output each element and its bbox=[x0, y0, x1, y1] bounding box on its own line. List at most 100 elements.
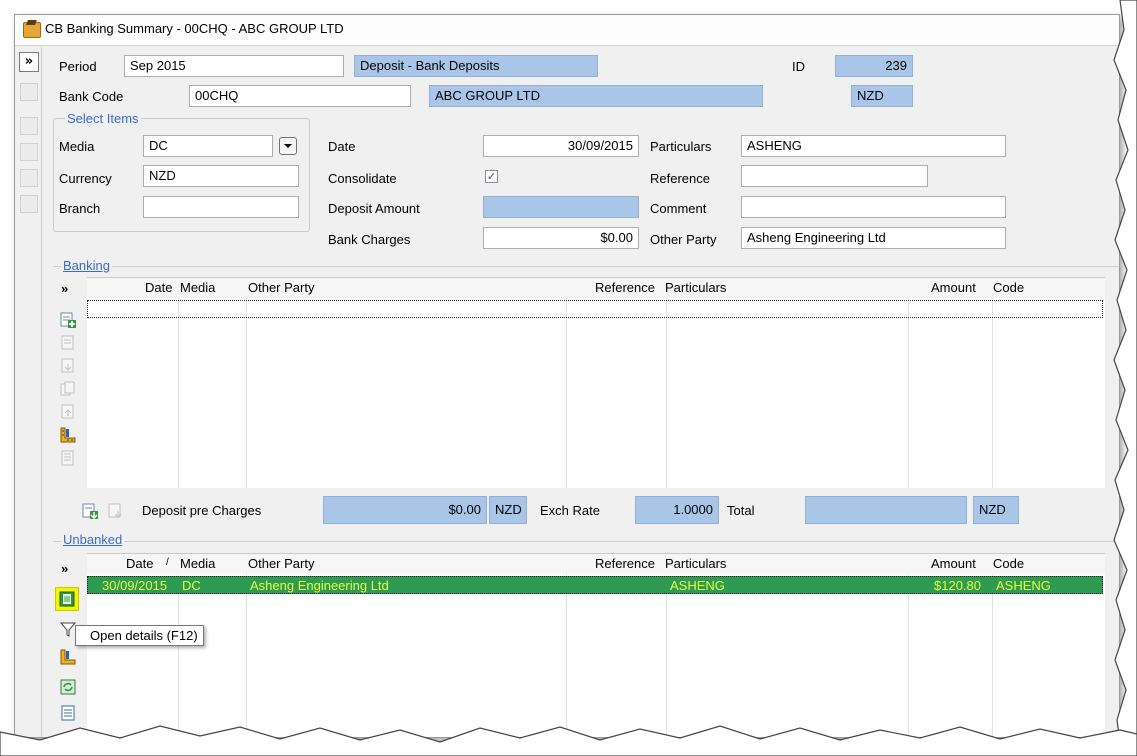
date-field[interactable]: 30/09/2015 bbox=[483, 135, 639, 157]
particulars-label: Particulars bbox=[650, 139, 712, 154]
unbanked-legend[interactable]: Unbanked bbox=[61, 532, 125, 547]
unbanked-col-date[interactable]: Date bbox=[126, 556, 153, 571]
bank-charges-label: Bank Charges bbox=[328, 232, 411, 247]
branch-field[interactable] bbox=[143, 196, 299, 218]
bank-code-field[interactable]: 00CHQ bbox=[189, 85, 411, 107]
unbanked-col-sep bbox=[992, 574, 993, 737]
banking-divider bbox=[53, 266, 1119, 267]
other-party-field[interactable]: Asheng Engineering Ltd bbox=[741, 227, 1006, 249]
unbanked-col-sep bbox=[566, 574, 567, 737]
consolidate-label: Consolidate bbox=[328, 171, 397, 186]
ruler-icon[interactable] bbox=[60, 427, 76, 443]
total-label: Total bbox=[727, 503, 755, 518]
banking-col-code[interactable]: Code bbox=[993, 280, 1024, 295]
add-record-icon[interactable] bbox=[20, 117, 38, 135]
unbanked-col-media[interactable]: Media bbox=[180, 556, 215, 571]
banking-summary-window: CB Banking Summary - 00CHQ - ABC GROUP L… bbox=[14, 14, 1120, 738]
left-toolbar-divider bbox=[41, 47, 42, 737]
currency-label: Currency bbox=[59, 171, 112, 186]
banking-legend[interactable]: Banking bbox=[61, 258, 112, 273]
remove-deposit-icon[interactable] bbox=[108, 503, 124, 519]
id-field: 239 bbox=[835, 55, 913, 77]
move-line-down-icon[interactable] bbox=[60, 358, 76, 374]
banking-col-sep bbox=[992, 298, 993, 488]
unbanked-col-other-party[interactable]: Other Party bbox=[248, 556, 314, 571]
open-details-icon[interactable] bbox=[59, 591, 75, 607]
deposit-type-field: Deposit - Bank Deposits bbox=[354, 55, 598, 77]
banking-col-sep bbox=[566, 298, 567, 488]
deposit-pre-charges-field: $0.00 bbox=[323, 496, 487, 524]
ruler-icon[interactable] bbox=[60, 649, 76, 665]
insert-line-icon[interactable] bbox=[60, 335, 76, 351]
media-dropdown-button[interactable] bbox=[279, 137, 297, 155]
app-icon bbox=[23, 22, 41, 38]
row-date: 30/09/2015 bbox=[102, 578, 168, 593]
exch-rate-field: 1.0000 bbox=[635, 496, 719, 524]
total-field bbox=[805, 496, 967, 524]
unbanked-col-reference[interactable]: Reference bbox=[595, 556, 655, 571]
banking-col-sep bbox=[908, 298, 909, 488]
consolidate-checkbox[interactable]: ✓ bbox=[485, 170, 498, 183]
banking-col-sep bbox=[666, 298, 667, 488]
delete-record-icon[interactable] bbox=[20, 195, 38, 213]
bank-deposit-icon[interactable] bbox=[82, 503, 98, 519]
period-label: Period bbox=[59, 59, 97, 74]
particulars-field[interactable]: ASHENG bbox=[741, 135, 1006, 157]
banking-col-date[interactable]: Date bbox=[145, 280, 172, 295]
unbanked-col-particulars[interactable]: Particulars bbox=[665, 556, 726, 571]
unbanked-divider bbox=[53, 541, 1119, 542]
refresh-icon[interactable] bbox=[60, 679, 76, 695]
currency-field[interactable]: NZD bbox=[143, 165, 299, 187]
banking-col-sep bbox=[246, 298, 247, 488]
unbanked-col-sep bbox=[246, 574, 247, 737]
unbanked-col-amount[interactable]: Amount bbox=[931, 556, 976, 571]
row-media: DC bbox=[182, 578, 201, 593]
banking-col-reference[interactable]: Reference bbox=[595, 280, 655, 295]
add-line-icon[interactable] bbox=[60, 312, 76, 328]
filter-icon[interactable] bbox=[60, 621, 76, 637]
copy-record-icon[interactable] bbox=[20, 169, 38, 187]
table-row[interactable]: 30/09/2015 DC Asheng Engineering Ltd ASH… bbox=[87, 576, 1103, 594]
banking-grid[interactable]: Date Media Other Party Reference Particu… bbox=[87, 277, 1105, 488]
row-particulars: ASHENG bbox=[670, 578, 725, 593]
sort-indicator-icon: / bbox=[166, 557, 169, 568]
other-party-label: Other Party bbox=[650, 232, 717, 247]
unbanked-expand-button[interactable]: » bbox=[61, 561, 68, 576]
unbanked-col-sep bbox=[908, 574, 909, 737]
deposit-pre-charges-label: Deposit pre Charges bbox=[142, 503, 262, 518]
banking-col-other-party[interactable]: Other Party bbox=[248, 280, 314, 295]
comment-field[interactable] bbox=[741, 196, 1006, 218]
unbanked-grid[interactable]: Date / Media Other Party Reference Parti… bbox=[87, 553, 1105, 737]
row-other-party: Asheng Engineering Ltd bbox=[250, 578, 389, 593]
banking-empty-row[interactable] bbox=[87, 300, 1103, 318]
media-field[interactable]: DC bbox=[143, 135, 273, 157]
reference-field[interactable] bbox=[741, 165, 928, 187]
banking-col-sep bbox=[178, 298, 179, 488]
page: { "window": {"title": "CB Banking Summar… bbox=[0, 0, 1137, 756]
open-details-tooltip: Open details (F12) bbox=[75, 625, 204, 646]
banking-col-amount[interactable]: Amount bbox=[931, 280, 976, 295]
banking-legend-text: Banking bbox=[63, 258, 110, 273]
period-field[interactable]: Sep 2015 bbox=[124, 55, 344, 77]
banking-col-media[interactable]: Media bbox=[180, 280, 215, 295]
copy-line-icon[interactable] bbox=[60, 381, 76, 397]
move-line-up-icon[interactable] bbox=[60, 404, 76, 420]
torn-edge-right bbox=[1113, 0, 1137, 756]
tooltip-text: Open details (F12) bbox=[90, 628, 198, 643]
move-up-icon[interactable] bbox=[20, 143, 38, 161]
select-items-legend-text: Select Items bbox=[67, 111, 139, 126]
edit-record-icon[interactable] bbox=[20, 83, 38, 101]
banking-col-particulars[interactable]: Particulars bbox=[665, 280, 726, 295]
expand-toolbar-button[interactable]: » bbox=[19, 52, 39, 72]
title-bar: CB Banking Summary - 00CHQ - ABC GROUP L… bbox=[15, 15, 1119, 46]
deposit-amount-field bbox=[483, 196, 639, 218]
bank-name-field: ABC GROUP LTD bbox=[429, 85, 763, 107]
list-icon[interactable] bbox=[60, 450, 76, 466]
exch-rate-label: Exch Rate bbox=[540, 503, 600, 518]
comment-label: Comment bbox=[650, 201, 707, 216]
unbanked-col-code[interactable]: Code bbox=[993, 556, 1024, 571]
bank-charges-field[interactable]: $0.00 bbox=[483, 227, 639, 249]
banking-expand-button[interactable]: » bbox=[61, 281, 68, 296]
unbanked-legend-text: Unbanked bbox=[63, 532, 123, 547]
reference-label: Reference bbox=[650, 171, 710, 186]
